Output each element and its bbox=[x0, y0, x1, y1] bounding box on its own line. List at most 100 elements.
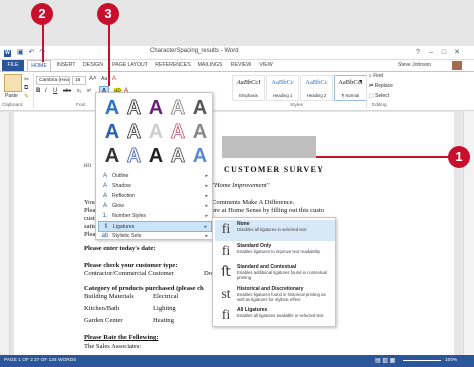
clear-format-icon[interactable]: A bbox=[112, 76, 116, 82]
replace-label: Replace bbox=[374, 83, 393, 89]
ligature-description: Enables additional ligatures found in co… bbox=[237, 270, 327, 280]
font-name-box[interactable]: Cambria (Hea bbox=[36, 76, 70, 85]
paste-icon[interactable] bbox=[4, 74, 22, 92]
effects-menu-item[interactable]: ab Stylistic Sets ▸ bbox=[98, 231, 212, 242]
effect-option-label: Number Styles bbox=[112, 213, 147, 219]
italic-icon[interactable]: I bbox=[45, 88, 47, 94]
text-effect-preset[interactable]: A bbox=[188, 97, 212, 119]
style-heading-1[interactable]: AaBbCc Heading 1 bbox=[266, 75, 299, 101]
title-bar: W ▣ ↶ ↷ CharacterSpacing_results - Word … bbox=[0, 46, 474, 60]
ligature-option[interactable]: fi None Disables all ligatures in selected… bbox=[215, 220, 335, 241]
callout-line bbox=[316, 156, 450, 158]
underline-icon[interactable]: U bbox=[53, 88, 57, 94]
paste-button[interactable]: Paste bbox=[5, 93, 18, 99]
ligature-icon: st bbox=[221, 286, 231, 302]
subscript-icon[interactable]: x₂ bbox=[77, 88, 81, 94]
tab-insert[interactable]: INSERT bbox=[54, 60, 78, 71]
tab-view[interactable]: VIEW bbox=[256, 60, 276, 71]
text-effect-preset[interactable]: A bbox=[188, 121, 212, 143]
tab-references[interactable]: REFERENCES bbox=[154, 60, 192, 71]
tab-page-layout[interactable]: PAGE LAYOUT bbox=[109, 60, 151, 71]
effect-option-label: Stylistic Sets bbox=[112, 233, 142, 239]
zoom-slider[interactable] bbox=[403, 360, 441, 361]
user-name[interactable]: Steve Johnson bbox=[398, 60, 431, 71]
effect-option-label: Glow bbox=[112, 203, 124, 209]
text-effect-preset[interactable]: A bbox=[100, 97, 124, 119]
editing-group-label: Editing bbox=[372, 103, 387, 108]
change-case-icon[interactable]: Aa bbox=[101, 76, 107, 82]
bold-icon[interactable]: B bbox=[36, 88, 40, 94]
tab-home[interactable]: HOME bbox=[27, 60, 51, 71]
maximize-button[interactable]: □ bbox=[438, 47, 450, 58]
style-emphasis[interactable]: AaBbCcI Emphasis bbox=[232, 75, 265, 101]
word-count[interactable]: 27 OF 134 WORDS bbox=[34, 355, 76, 367]
style-sample: AaBbCc bbox=[305, 79, 328, 86]
styles-scroll-icon[interactable]: ▾ bbox=[359, 78, 362, 85]
text-effect-preset[interactable]: A bbox=[100, 145, 124, 167]
find-button[interactable]: ⌕ Find bbox=[369, 73, 383, 79]
font-size-box[interactable]: 16 bbox=[72, 76, 86, 85]
ligature-option[interactable]: ﬅ Standard and Contextual Enables addition… bbox=[215, 263, 335, 284]
text-effect-preset[interactable]: A bbox=[144, 121, 168, 143]
superscript-icon[interactable]: x² bbox=[87, 88, 91, 94]
copy-icon[interactable]: ⧉ bbox=[24, 85, 28, 92]
category-label: Category of products purchased (please c… bbox=[84, 285, 204, 292]
save-icon[interactable]: ▣ bbox=[17, 49, 24, 56]
cut-icon[interactable]: ✂ bbox=[24, 76, 29, 83]
effect-option-label: Reflection bbox=[112, 193, 136, 199]
style-heading-2[interactable]: AaBbCc Heading 2 bbox=[300, 75, 333, 101]
tab-mailings[interactable]: MAILINGS bbox=[195, 60, 225, 71]
divider bbox=[33, 74, 34, 108]
customer-type-option: Contractor/Commercial Customer bbox=[84, 270, 174, 277]
text-effect-preset[interactable]: A bbox=[166, 97, 190, 120]
text-effect-preset[interactable]: A bbox=[166, 145, 190, 168]
text-effect-preset[interactable]: A bbox=[122, 97, 146, 120]
text-effect-preset[interactable]: A bbox=[188, 145, 212, 167]
ligature-description: Enables ligatures found in historical pr… bbox=[237, 291, 326, 302]
text-effect-preset[interactable]: A bbox=[122, 121, 146, 144]
select-button[interactable]: ⬚ Select bbox=[369, 93, 389, 99]
replace-icon: ⇄ bbox=[369, 83, 374, 89]
close-button[interactable]: ✕ bbox=[451, 47, 463, 58]
tab-design[interactable]: DESIGN bbox=[81, 60, 105, 71]
text-effect-preset[interactable]: A bbox=[122, 145, 146, 168]
undo-icon[interactable]: ↶ bbox=[29, 49, 35, 56]
replace-button[interactable]: ⇄ Replace bbox=[369, 83, 393, 89]
ligature-option[interactable]: fi All Ligatures Enables all ligatures ava… bbox=[215, 306, 335, 327]
read-mode-icon[interactable]: ▤ ▥ ▦ bbox=[375, 355, 395, 367]
text-effect-preset[interactable]: A bbox=[100, 121, 124, 143]
callout-3: 3 bbox=[97, 3, 119, 25]
text-effect-preset[interactable]: A bbox=[144, 145, 168, 167]
ligature-option[interactable]: st Historical and Discretionary Enables li… bbox=[215, 285, 335, 306]
callout-line bbox=[108, 22, 110, 86]
category-item: Building Materials bbox=[84, 293, 134, 300]
ligature-option[interactable]: fi Standard Only Enables ligatures to impr… bbox=[215, 242, 335, 263]
format-painter-icon[interactable]: ✎ bbox=[24, 93, 29, 100]
help-button[interactable]: ? bbox=[412, 47, 424, 58]
callout-2: 2 bbox=[31, 3, 53, 25]
left-fragment: HO bbox=[84, 164, 92, 169]
select-label: Select bbox=[375, 93, 390, 99]
grow-font-icon[interactable]: A˄ bbox=[89, 76, 97, 82]
tab-file[interactable]: FILE bbox=[2, 60, 24, 71]
category-item: Garden Center bbox=[84, 317, 123, 324]
text-effect-preset[interactable]: A bbox=[166, 121, 190, 144]
ligature-description: Enables all ligatures available in selec… bbox=[237, 313, 324, 318]
zoom-level[interactable]: 100% bbox=[445, 355, 457, 367]
style-sample: AaBbCcI bbox=[236, 79, 261, 86]
tab-review[interactable]: REVIEW bbox=[229, 60, 253, 71]
ribbon-home: Paste ✂ ⧉ ✎ Clipboard Cambria (Hea 16 A˄… bbox=[0, 71, 474, 111]
style-normal[interactable]: AaBbCcI ¶ Normal bbox=[334, 75, 367, 101]
text-effect-preset[interactable]: A bbox=[144, 97, 168, 119]
style-name: Heading 1 bbox=[272, 93, 293, 98]
ligature-icon: fi bbox=[221, 308, 231, 323]
strikethrough-icon[interactable]: abc bbox=[63, 88, 71, 94]
avatar[interactable] bbox=[452, 61, 462, 70]
font-group-label: Font bbox=[76, 103, 86, 108]
minimize-button[interactable]: – bbox=[425, 47, 437, 58]
quick-access-toolbar[interactable]: W ▣ ↶ ↷ bbox=[4, 48, 45, 57]
style-name: Emphasis bbox=[239, 93, 258, 98]
page-count[interactable]: PAGE 1 OF 2 bbox=[4, 355, 33, 367]
effect-option-icon: A bbox=[102, 193, 107, 199]
style-sample: AaBbCc bbox=[271, 79, 294, 86]
